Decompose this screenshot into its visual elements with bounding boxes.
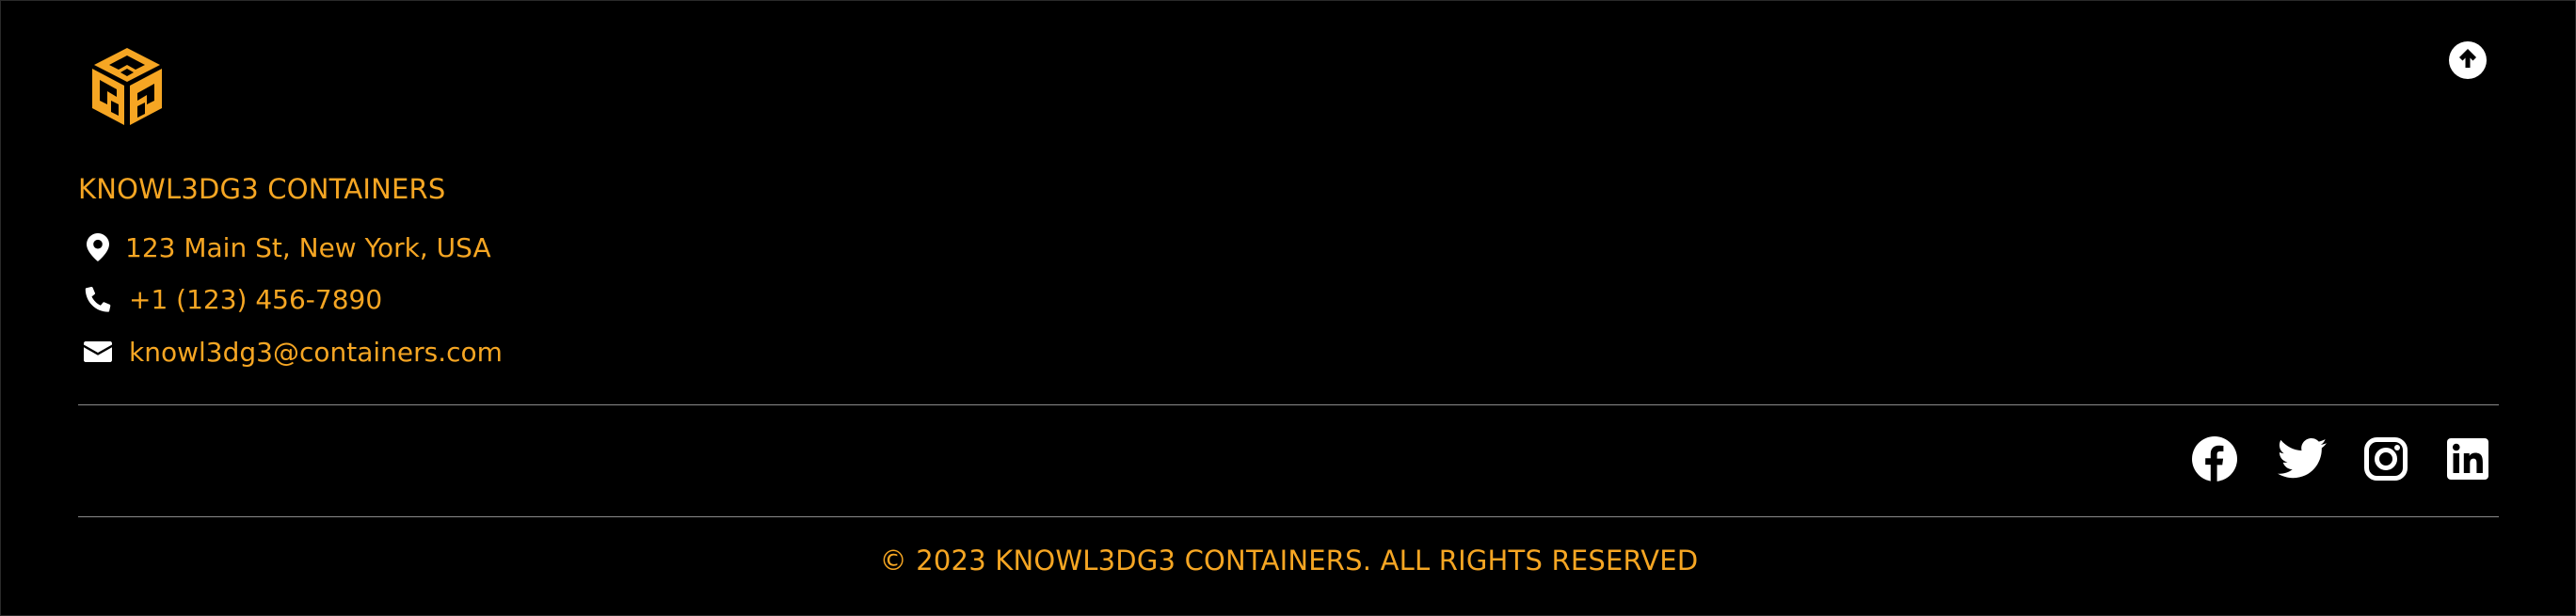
email-text[interactable]: knowl3dg3@containers.com — [129, 337, 503, 368]
cube-logo-icon[interactable] — [88, 46, 166, 127]
instagram-link[interactable] — [2363, 437, 2408, 484]
contact-address: 123 Main St, New York, USA — [84, 227, 491, 268]
facebook-link[interactable] — [2191, 436, 2238, 485]
envelope-icon — [84, 338, 112, 366]
phone-icon — [84, 285, 112, 313]
copyright-text: © 2023 KNOWL3DG3 CONTAINERS. ALL RIGHTS … — [879, 545, 1699, 577]
linkedin-icon — [2447, 438, 2488, 483]
twitter-link[interactable] — [2277, 437, 2328, 484]
twitter-icon — [2277, 438, 2327, 483]
brand-name: KNOWL3DG3 CONTAINERS — [78, 173, 446, 205]
back-to-top-button[interactable] — [2449, 41, 2487, 79]
instagram-icon — [2364, 437, 2408, 484]
linkedin-link[interactable] — [2446, 437, 2489, 484]
site-footer: KNOWL3DG3 CONTAINERS 123 Main St, New Yo… — [0, 0, 2576, 616]
contact-email[interactable]: knowl3dg3@containers.com — [84, 331, 503, 372]
contact-phone[interactable]: +1 (123) 456-7890 — [84, 278, 382, 320]
divider-top — [78, 404, 2499, 405]
address-text: 123 Main St, New York, USA — [125, 231, 491, 263]
facebook-icon — [2192, 436, 2237, 485]
phone-text[interactable]: +1 (123) 456-7890 — [129, 284, 382, 315]
divider-bottom — [78, 516, 2499, 517]
map-pin-icon — [84, 233, 112, 261]
arrow-up-circle-icon — [2456, 46, 2480, 74]
